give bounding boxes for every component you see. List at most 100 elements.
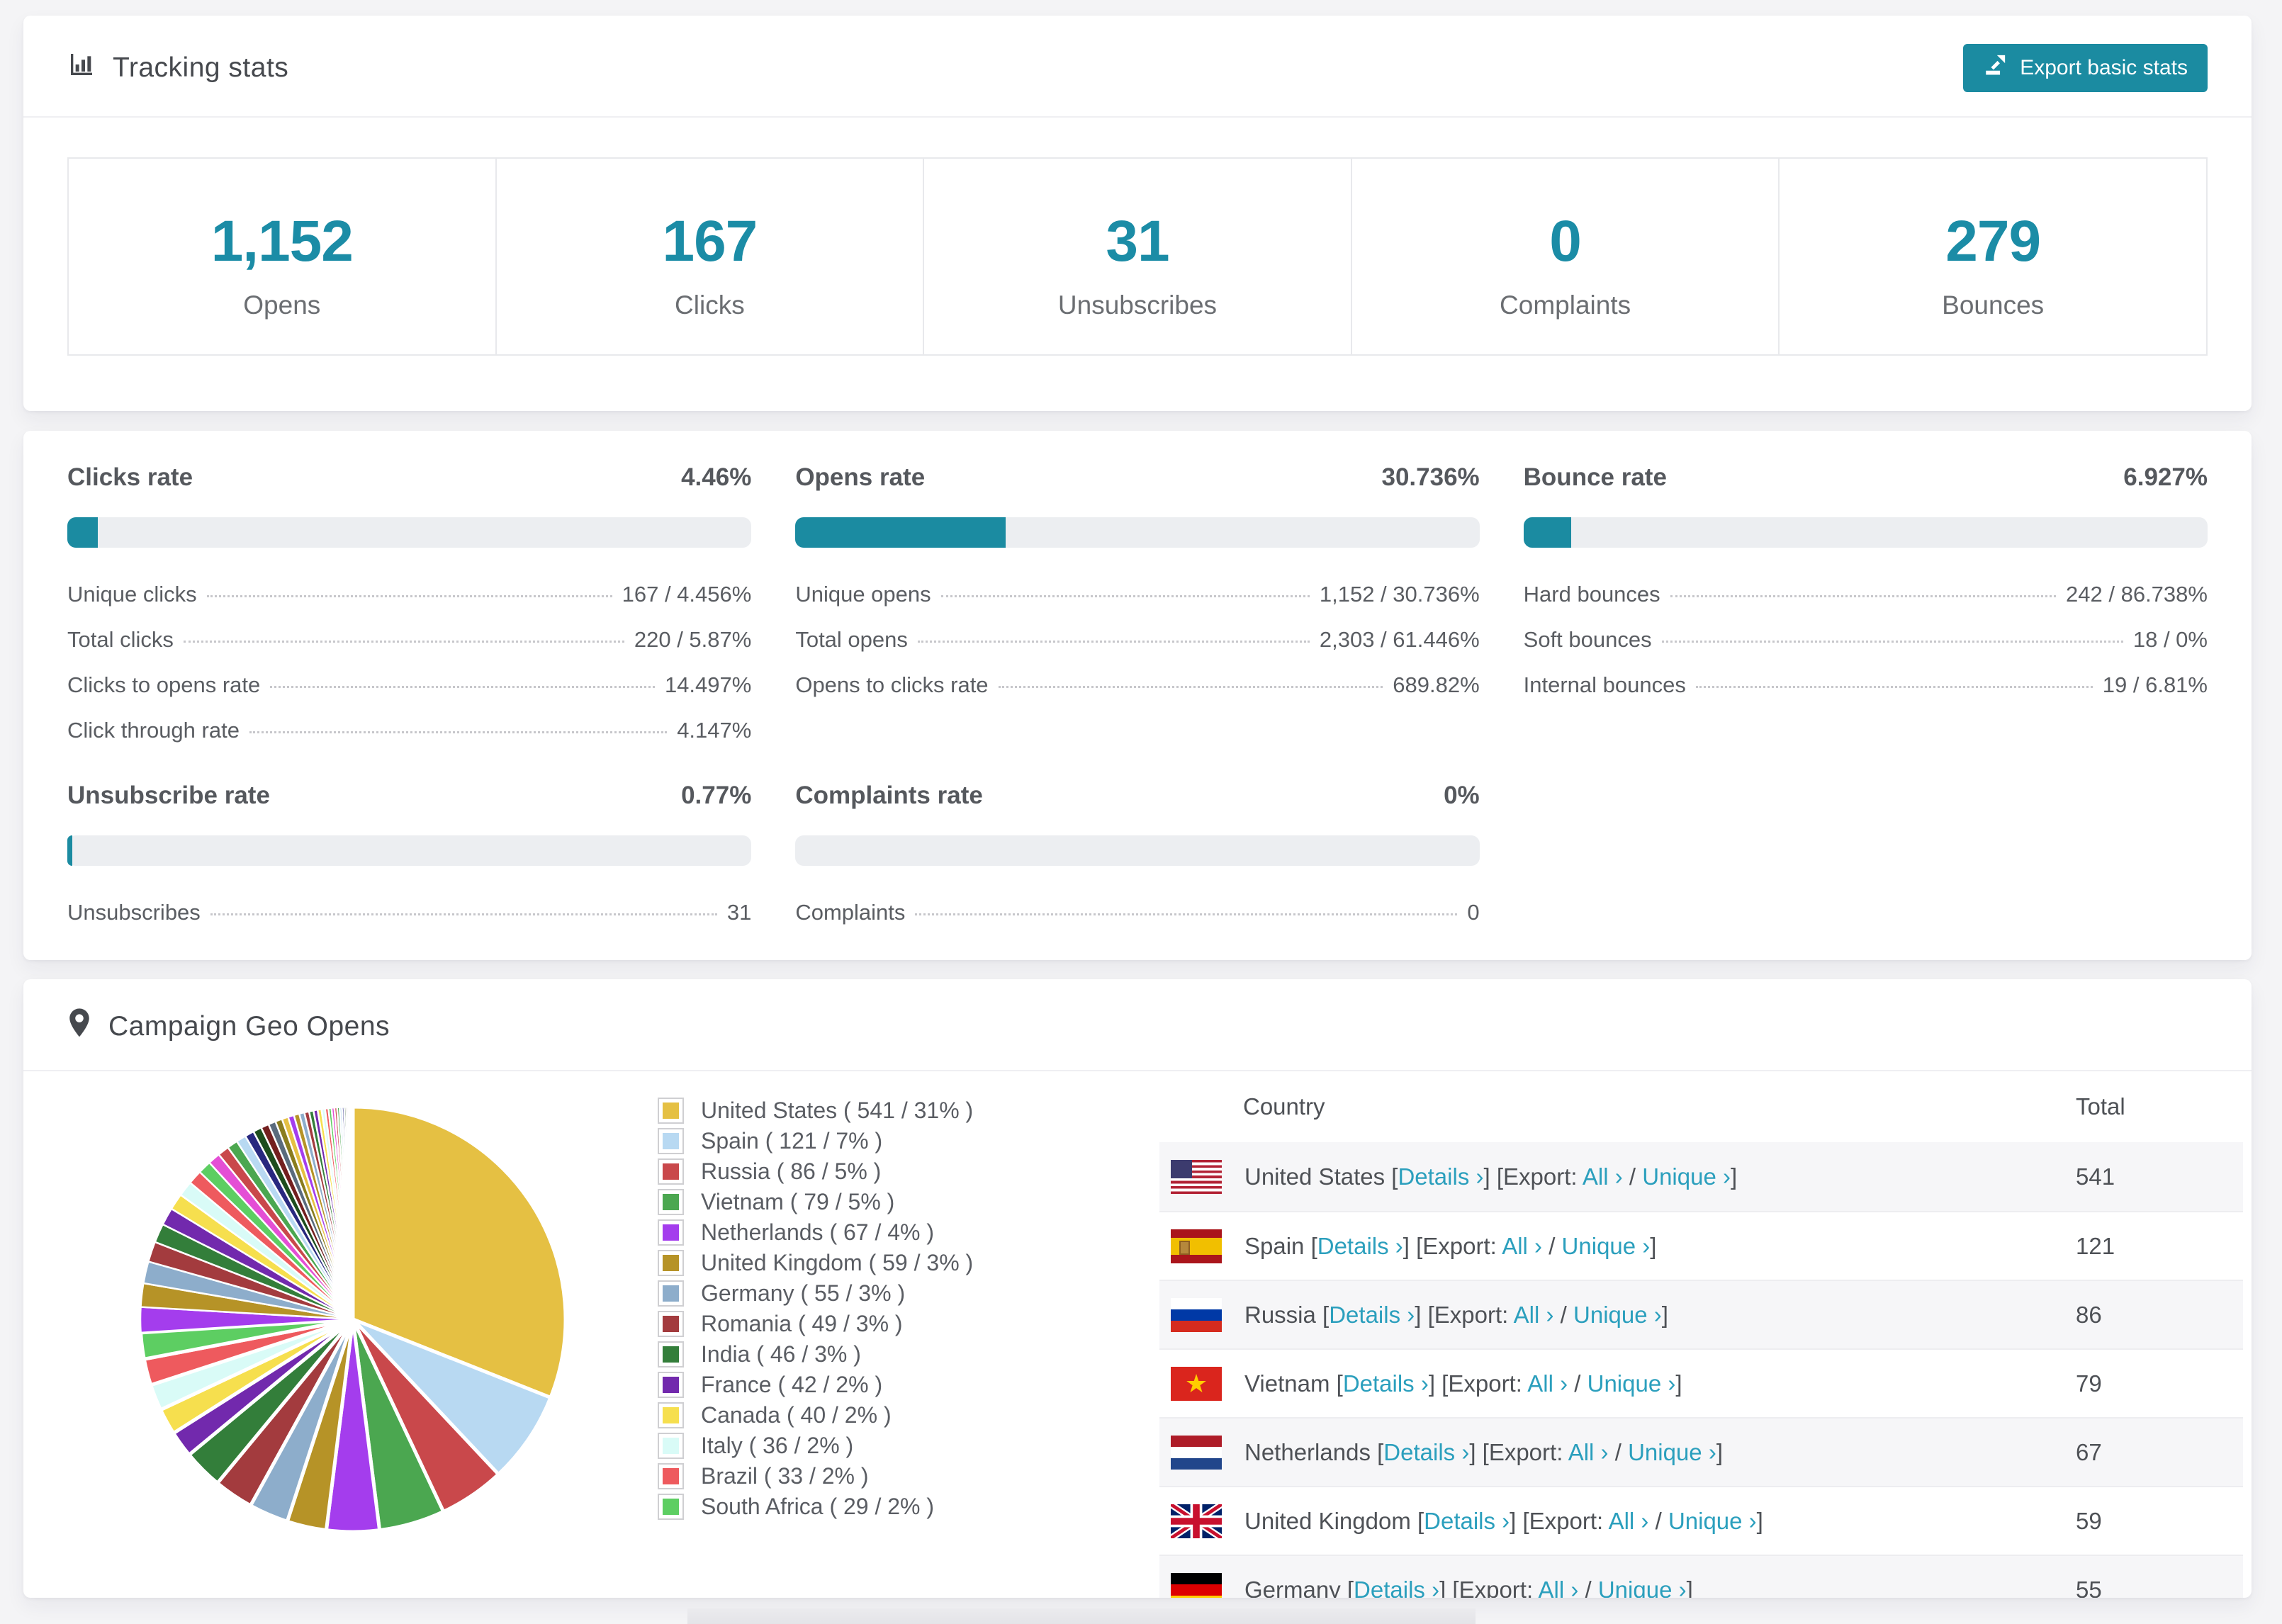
stat-counter-label: Opens	[243, 291, 321, 320]
legend-label: France ( 42 / 2% )	[701, 1372, 883, 1397]
rate-detail-row: Clicks to opens rate 14.497%	[67, 672, 751, 698]
export-button-label: Export basic stats	[2020, 56, 2188, 79]
country-cell: Germany [Details ›] [Export: All › / Uni…	[1244, 1577, 1693, 1598]
dotted-leader	[183, 641, 624, 643]
legend-label: Romania ( 49 / 3% )	[701, 1311, 903, 1336]
legend-color-swatch	[658, 1158, 684, 1185]
legend-label: India ( 46 / 3% )	[701, 1341, 861, 1367]
export-all-link[interactable]: All ›	[1502, 1233, 1542, 1259]
stat-counter-label: Unsubscribes	[1057, 291, 1218, 320]
dotted-leader	[210, 913, 717, 915]
bar-chart-icon	[67, 50, 96, 86]
bottom-partial-element	[687, 1608, 1476, 1624]
details-link[interactable]: Details ›	[1354, 1577, 1439, 1598]
details-link[interactable]: Details ›	[1329, 1302, 1415, 1328]
rate-progress-fill	[67, 517, 99, 548]
rate-detail-row: Unique opens 1,152 / 30.736%	[795, 582, 1479, 607]
export-all-link[interactable]: All ›	[1609, 1508, 1649, 1534]
rate-detail-row: Hard bounces 242 / 86.738%	[1524, 582, 2208, 607]
stat-counter-value: 167	[662, 209, 758, 274]
rate-detail-value: 220 / 5.87%	[634, 627, 752, 652]
total-cell: 79	[2076, 1370, 2102, 1397]
geo-pie-chart	[126, 1093, 580, 1546]
legend-color-swatch	[658, 1128, 684, 1154]
stat-counter-label: Clicks	[675, 291, 745, 320]
details-link[interactable]: Details ›	[1343, 1370, 1429, 1397]
rate-detail-value: 14.497%	[664, 672, 752, 697]
rate-panel-title: Complaints rate	[795, 782, 983, 809]
es-flag-icon	[1171, 1229, 1222, 1263]
export-all-link[interactable]: All ›	[1583, 1163, 1623, 1190]
stat-counter-value: 31	[1106, 209, 1169, 274]
rate-detail-value: 689.82%	[1393, 672, 1480, 697]
rate-detail-row: Opens to clicks rate 689.82%	[795, 672, 1479, 698]
country-cell: Russia [Details ›] [Export: All › / Uniq…	[1244, 1301, 1668, 1328]
rate-detail-row: Internal bounces 19 / 6.81%	[1524, 672, 2208, 698]
country-cell: Netherlands [Details ›] [Export: All › /…	[1244, 1438, 1723, 1465]
details-link[interactable]: Details ›	[1383, 1439, 1469, 1465]
export-unique-link[interactable]: Unique ›	[1573, 1302, 1662, 1328]
legend-item: Vietnam ( 79 / 5% )	[658, 1187, 1159, 1217]
counters-row: 1,152 Opens 167 Clicks 31 Unsubscribes 0…	[67, 157, 2208, 356]
rate-progress-fill	[67, 835, 73, 866]
tracking-stats-header: Tracking stats Export basic stats	[23, 16, 2252, 118]
legend-item: India ( 46 / 3% )	[658, 1339, 1159, 1370]
country-cell: United States [Details ›] [Export: All ›…	[1244, 1163, 1738, 1190]
rate-panel: Bounce rate 6.927% Hard bounces 242 / 86…	[1523, 463, 2208, 743]
rate-detail-value: 0	[1467, 900, 1480, 925]
stat-counter-value: 0	[1549, 209, 1582, 274]
stat-counter-value: 1,152	[210, 209, 354, 274]
rate-panel: Clicks rate 4.46% Unique clicks 167 / 4.…	[67, 463, 752, 743]
total-cell: 59	[2076, 1507, 2102, 1534]
rate-panel: Unsubscribe rate 0.77% Unsubscribes 31	[67, 782, 752, 925]
export-all-link[interactable]: All ›	[1538, 1577, 1578, 1598]
legend-item: United States ( 541 / 31% )	[658, 1095, 1159, 1126]
dotted-leader	[1695, 686, 2093, 688]
export-unique-link[interactable]: Unique ›	[1642, 1163, 1731, 1190]
geo-table: Country Total United States [Details ›] …	[1159, 1071, 2243, 1598]
rates-grid: Clicks rate 4.46% Unique clicks 167 / 4.…	[23, 431, 2252, 925]
export-unique-link[interactable]: Unique ›	[1562, 1233, 1651, 1259]
stat-counter-value: 279	[1945, 209, 2041, 274]
legend-item: Russia ( 86 / 5% )	[658, 1156, 1159, 1187]
export-unique-link[interactable]: Unique ›	[1598, 1577, 1687, 1598]
legend-color-swatch	[658, 1372, 684, 1398]
export-basic-stats-button[interactable]: Export basic stats	[1963, 44, 2208, 92]
legend-color-swatch	[658, 1433, 684, 1459]
legend-label: United Kingdom ( 59 / 3% )	[701, 1250, 974, 1275]
campaign-geo-opens-card: Campaign Geo Opens United States ( 541 /…	[23, 979, 2252, 1598]
legend-item: Spain ( 121 / 7% )	[658, 1126, 1159, 1156]
legend-label: Netherlands ( 67 / 4% )	[701, 1219, 935, 1245]
rate-progress-bar	[795, 835, 1480, 866]
rate-panel-value: 6.927%	[2123, 463, 2208, 491]
geo-legend: United States ( 541 / 31% ) Spain ( 121 …	[658, 1095, 1159, 1522]
rate-progress-bar	[67, 517, 752, 548]
export-unique-link[interactable]: Unique ›	[1668, 1508, 1757, 1534]
export-unique-link[interactable]: Unique ›	[1628, 1439, 1716, 1465]
country-cell: United Kingdom [Details ›] [Export: All …	[1244, 1507, 1763, 1534]
rate-detail-label: Opens to clicks rate	[795, 672, 989, 697]
table-row: Netherlands [Details ›] [Export: All › /…	[1159, 1417, 2243, 1486]
legend-item: Brazil ( 33 / 2% )	[658, 1461, 1159, 1492]
rate-detail-value: 242 / 86.738%	[2066, 582, 2208, 607]
dotted-leader	[1661, 641, 2123, 643]
legend-item: Romania ( 49 / 3% )	[658, 1309, 1159, 1339]
details-link[interactable]: Details ›	[1424, 1508, 1510, 1534]
stat-counter-label: Bounces	[1942, 291, 2045, 320]
legend-color-swatch	[658, 1311, 684, 1337]
export-all-link[interactable]: All ›	[1514, 1302, 1554, 1328]
rate-detail-value: 1,152 / 30.736%	[1319, 582, 1480, 607]
details-link[interactable]: Details ›	[1317, 1233, 1403, 1259]
export-all-link[interactable]: All ›	[1568, 1439, 1609, 1465]
country-cell: Spain [Details ›] [Export: All › / Uniqu…	[1244, 1232, 1657, 1259]
export-unique-link[interactable]: Unique ›	[1587, 1370, 1676, 1397]
rate-panel-value: 30.736%	[1381, 463, 1480, 491]
details-link[interactable]: Details ›	[1398, 1163, 1483, 1190]
total-cell: 121	[2076, 1232, 2115, 1259]
gb-flag-icon	[1171, 1504, 1222, 1538]
legend-label: Spain ( 121 / 7% )	[701, 1128, 883, 1154]
export-all-link[interactable]: All ›	[1527, 1370, 1568, 1397]
legend-color-swatch	[658, 1280, 684, 1307]
de-flag-icon	[1171, 1572, 1222, 1598]
nl-flag-icon	[1171, 1435, 1222, 1470]
